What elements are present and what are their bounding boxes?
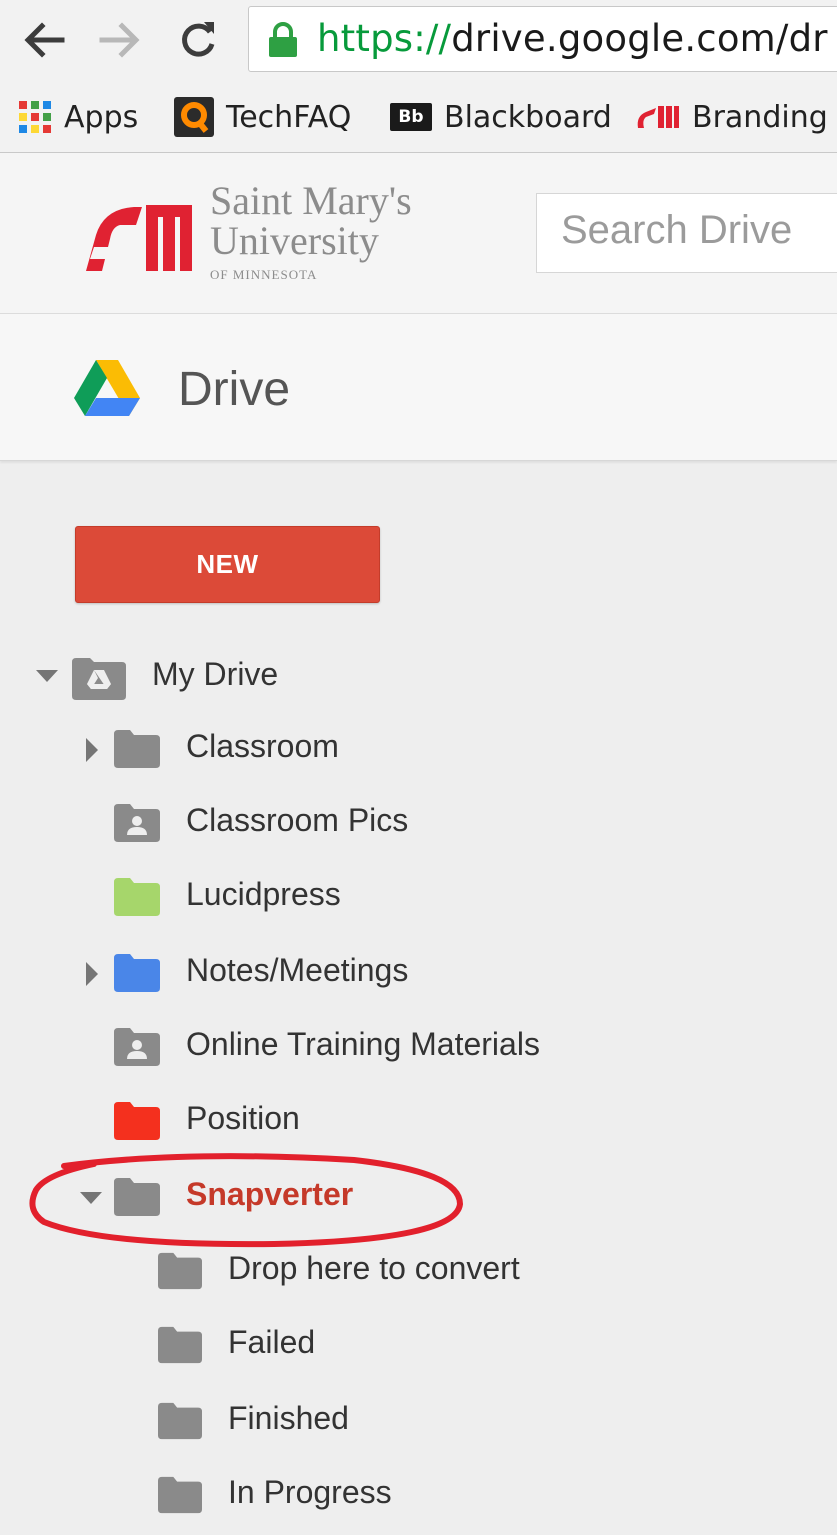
search-drive-input[interactable]: Search Drive xyxy=(536,193,837,273)
tree-item-my-drive[interactable]: My Drive xyxy=(0,646,400,706)
tree-label-active: Snapverter xyxy=(186,1176,354,1212)
drive-title: Drive xyxy=(178,363,291,416)
tree-label: Notes/Meetings xyxy=(186,952,409,988)
tree-label: Failed xyxy=(228,1324,316,1360)
tree-label: In Progress xyxy=(228,1474,392,1510)
forward-arrow-icon xyxy=(99,22,140,58)
tree-item-position[interactable]: Position xyxy=(0,1090,500,1150)
bookmark-apps[interactable]: Apps xyxy=(18,92,138,142)
caret-right-icon[interactable] xyxy=(86,738,100,762)
tree-item-classroom-pics[interactable]: Classroom Pics xyxy=(0,792,500,852)
tree-item-classroom[interactable]: Classroom xyxy=(0,718,500,778)
reload-button[interactable] xyxy=(172,14,224,66)
logo-line-3: OF MINNESOTA xyxy=(210,267,318,282)
back-arrow-icon xyxy=(24,22,65,58)
tree-label: Position xyxy=(186,1100,300,1136)
shared-folder-icon xyxy=(114,1028,160,1066)
bookmark-techfaq[interactable]: TechFAQ xyxy=(174,92,351,142)
tree-label: Classroom Pics xyxy=(186,802,409,838)
caret-down-icon[interactable] xyxy=(80,1192,102,1206)
tree-label: My Drive xyxy=(152,656,279,692)
address-bar[interactable]: https://drive.google.com/dr xyxy=(248,6,837,72)
folder-icon xyxy=(114,878,160,916)
bookmark-label: Blackboard xyxy=(444,99,612,135)
lock-icon xyxy=(269,22,297,57)
back-button[interactable] xyxy=(18,14,70,66)
browser-toolbar: https://drive.google.com/dr xyxy=(0,0,837,82)
tree-item-lucidpress[interactable]: Lucidpress xyxy=(0,866,500,926)
tree-item-snapverter[interactable]: Snapverter xyxy=(0,1166,500,1226)
techfaq-icon xyxy=(174,97,214,137)
url-scheme: https:// xyxy=(317,17,452,60)
shared-folder-icon xyxy=(114,804,160,842)
bookmarks-bar: Apps TechFAQ Bb Blackboard Branding xyxy=(0,82,837,153)
tree-label: Drop here to convert xyxy=(228,1250,520,1286)
folder-icon xyxy=(158,1476,202,1514)
google-drive-logo-icon xyxy=(74,360,140,416)
drive-header: Drive xyxy=(0,314,837,461)
tree-item-failed[interactable]: Failed xyxy=(0,1314,500,1374)
new-button[interactable]: NEW xyxy=(75,526,380,603)
smu-logo-icon xyxy=(637,106,679,128)
folder-icon xyxy=(158,1252,202,1290)
folder-icon xyxy=(114,1102,160,1140)
url-text: https://drive.google.com/dr xyxy=(317,17,828,60)
logo-line-2: University xyxy=(210,218,379,263)
bookmark-label: Branding xyxy=(692,99,828,135)
smu-logo-icon xyxy=(86,205,192,271)
folder-icon xyxy=(114,730,160,768)
bookmark-blackboard[interactable]: Bb Blackboard xyxy=(390,92,612,142)
tree-item-online-training-materials[interactable]: Online Training Materials xyxy=(0,1016,620,1076)
caret-right-icon[interactable] xyxy=(86,962,100,986)
logo-line-1: Saint Mary's xyxy=(210,178,412,223)
url-host-path: drive.google.com/dr xyxy=(451,17,828,60)
caret-down-icon[interactable] xyxy=(36,670,58,684)
apps-grid-icon xyxy=(19,101,51,133)
reload-icon xyxy=(182,22,215,57)
folder-icon xyxy=(114,954,160,992)
tree-item-drop-here-to-convert[interactable]: Drop here to convert xyxy=(0,1240,600,1300)
my-drive-icon xyxy=(72,658,126,700)
blackboard-icon: Bb xyxy=(390,103,432,131)
forward-button[interactable] xyxy=(94,14,146,66)
tree-label: Finished xyxy=(228,1400,349,1436)
tree-label: Lucidpress xyxy=(186,876,341,912)
tree-item-finished[interactable]: Finished xyxy=(0,1390,500,1450)
university-wordmark: Saint Mary's University OF MINNESOTA xyxy=(210,181,412,285)
bookmark-label: Apps xyxy=(64,99,139,135)
bookmark-branding[interactable]: Branding xyxy=(634,92,828,142)
tree-label: Classroom xyxy=(186,728,339,764)
tree-item-in-progress[interactable]: In Progress xyxy=(0,1464,500,1524)
tree-label: Online Training Materials xyxy=(186,1026,540,1062)
tree-item-notes-meetings[interactable]: Notes/Meetings xyxy=(0,942,500,1002)
bookmark-label: TechFAQ xyxy=(226,99,352,135)
folder-icon xyxy=(114,1178,160,1216)
folder-icon xyxy=(158,1326,202,1364)
university-header: Saint Mary's University OF MINNESOTA Sea… xyxy=(0,153,837,314)
folder-icon xyxy=(158,1402,202,1440)
